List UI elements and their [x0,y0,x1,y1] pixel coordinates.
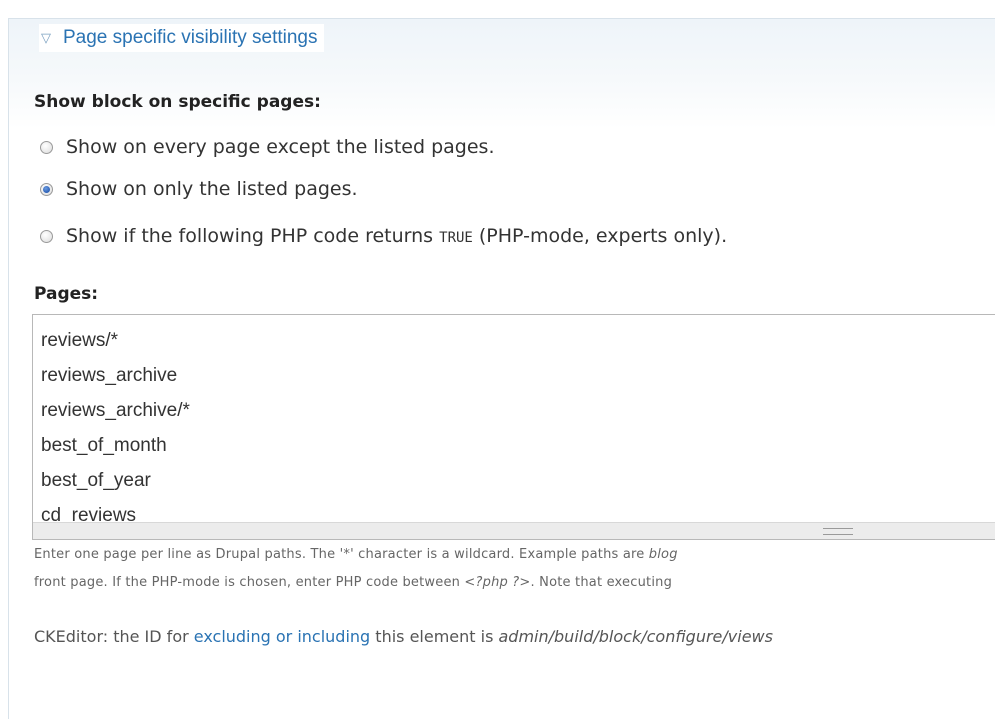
radio-option-except[interactable]: Show on every page except the listed pag… [40,133,494,161]
page-line: reviews/* [41,330,119,351]
ckeditor-element-id: admin/build/block/configure/views [498,627,773,646]
code-true: TRUE [439,230,473,246]
help-text: front page. If the PHP-mode is chosen, e… [34,575,465,590]
page-line: best_of_month [41,435,167,456]
ckeditor-note: CKEditor: the ID for excluding or includ… [34,627,773,646]
grip-icon[interactable] [823,528,853,535]
page-line: reviews_archive [41,365,178,386]
radio-button-checked[interactable] [40,182,53,196]
fieldset-legend-title[interactable]: Page specific visibility settings [63,27,318,49]
help-text: Enter one page per line as Drupal paths.… [34,547,649,562]
collapse-triangle-icon[interactable]: ▽ [41,31,51,46]
excluding-including-link[interactable]: excluding or including [194,627,370,646]
show-block-label: Show block on specific pages: [34,92,321,112]
pages-textarea[interactable]: reviews/* reviews_archive reviews_archiv… [32,314,995,540]
radio-button[interactable] [40,229,53,243]
radio-label[interactable]: Show on every page except the listed pag… [66,136,494,158]
radio-button[interactable] [40,140,53,154]
pages-help-line-1: Enter one page per line as Drupal paths.… [34,547,678,562]
pages-help-line-2: front page. If the PHP-mode is chosen, e… [34,575,672,590]
textarea-content[interactable]: reviews/* reviews_archive reviews_archiv… [41,323,190,533]
radio-label-part: (PHP-mode, experts only). [472,225,728,247]
textarea-resize-grip[interactable] [33,522,995,539]
ckeditor-note-prefix: CKEditor: the ID for [34,627,194,646]
page-line: reviews_archive/* [41,400,190,421]
radio-label[interactable]: Show if the following PHP code returns T… [66,225,727,247]
help-example-path: blog [648,547,678,562]
radio-option-only-listed[interactable]: Show on only the listed pages. [40,175,358,203]
help-php-tags: <?php ?> [464,575,531,590]
radio-label-part: Show if the following PHP code returns [66,225,440,247]
pages-label: Pages: [34,284,99,304]
page-line: best_of_year [41,470,151,491]
radio-option-php[interactable]: Show if the following PHP code returns T… [40,222,727,250]
help-text: . Note that executing [530,575,673,590]
fieldset-legend[interactable]: ▽ Page specific visibility settings [39,24,324,52]
ckeditor-note-middle: this element is [370,627,499,646]
radio-label[interactable]: Show on only the listed pages. [66,178,358,200]
